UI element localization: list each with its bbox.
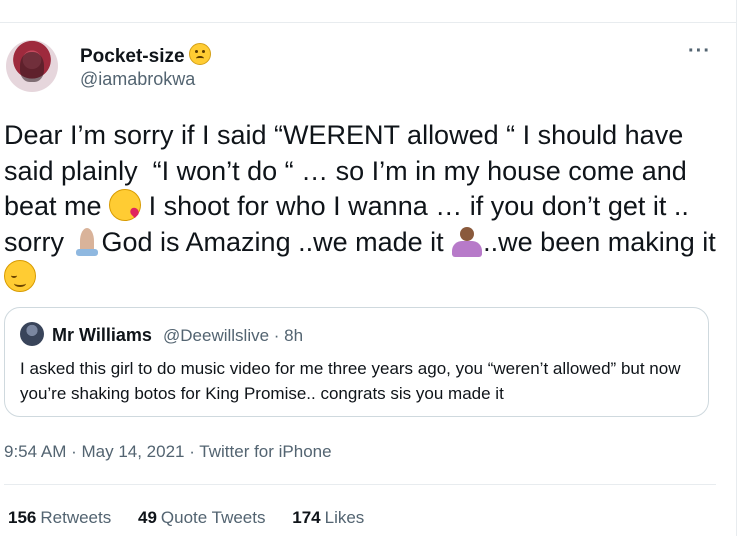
kissing-heart-icon	[109, 189, 142, 221]
face-with-rolling-eyes-icon	[188, 43, 211, 65]
author-avatar[interactable]	[6, 40, 58, 92]
tweet-text-segment: God is Amazing ..we made it	[101, 226, 452, 257]
top-divider	[0, 0, 737, 23]
tweet-text: Dear I’m sorry if I said “WERENT allowed…	[4, 118, 724, 296]
author-name[interactable]: Pocket-size	[80, 43, 211, 68]
tweet-text-segment: ..we been making it	[483, 226, 724, 257]
likes-stat[interactable]: 174 Likes	[292, 508, 364, 528]
quoted-author-name: Mr Williams	[52, 325, 152, 345]
quoted-author-avatar	[20, 322, 44, 346]
likes-count: 174	[292, 508, 321, 527]
tweet-stats: 156 Retweets 49 Quote Tweets 174 Likes	[8, 508, 386, 528]
retweets-stat[interactable]: 156 Retweets	[8, 508, 111, 528]
author-display-name[interactable]: Pocket-size	[80, 46, 185, 67]
quote-tweets-count: 49	[137, 508, 157, 527]
relieved-face-icon	[4, 260, 36, 292]
quoted-author-meta: @Deewillslive · 8h	[163, 326, 304, 345]
author-handle[interactable]: @iamabrokwa	[80, 69, 195, 90]
tweet-timestamp[interactable]: 9:54 AM · May 14, 2021 · Twitter for iPh…	[4, 442, 332, 462]
folded-hands-icon	[72, 227, 102, 257]
retweets-label: Retweets	[40, 508, 112, 527]
retweets-count: 156	[8, 508, 37, 527]
quote-tweets-stat[interactable]: 49 Quote Tweets	[138, 508, 266, 528]
quoted-tweet[interactable]: Mr Williams @Deewillslive · 8h I asked t…	[4, 307, 709, 417]
likes-label: Likes	[324, 508, 365, 527]
quote-tweets-label: Quote Tweets	[160, 508, 266, 527]
tweet-header: Pocket-size @iamabrokwa ···	[0, 36, 737, 100]
stats-divider	[4, 484, 716, 485]
person-shrugging-icon	[451, 226, 483, 257]
more-options-icon[interactable]: ···	[688, 40, 711, 63]
quoted-tweet-text: I asked this girl to do music video for …	[20, 359, 681, 403]
